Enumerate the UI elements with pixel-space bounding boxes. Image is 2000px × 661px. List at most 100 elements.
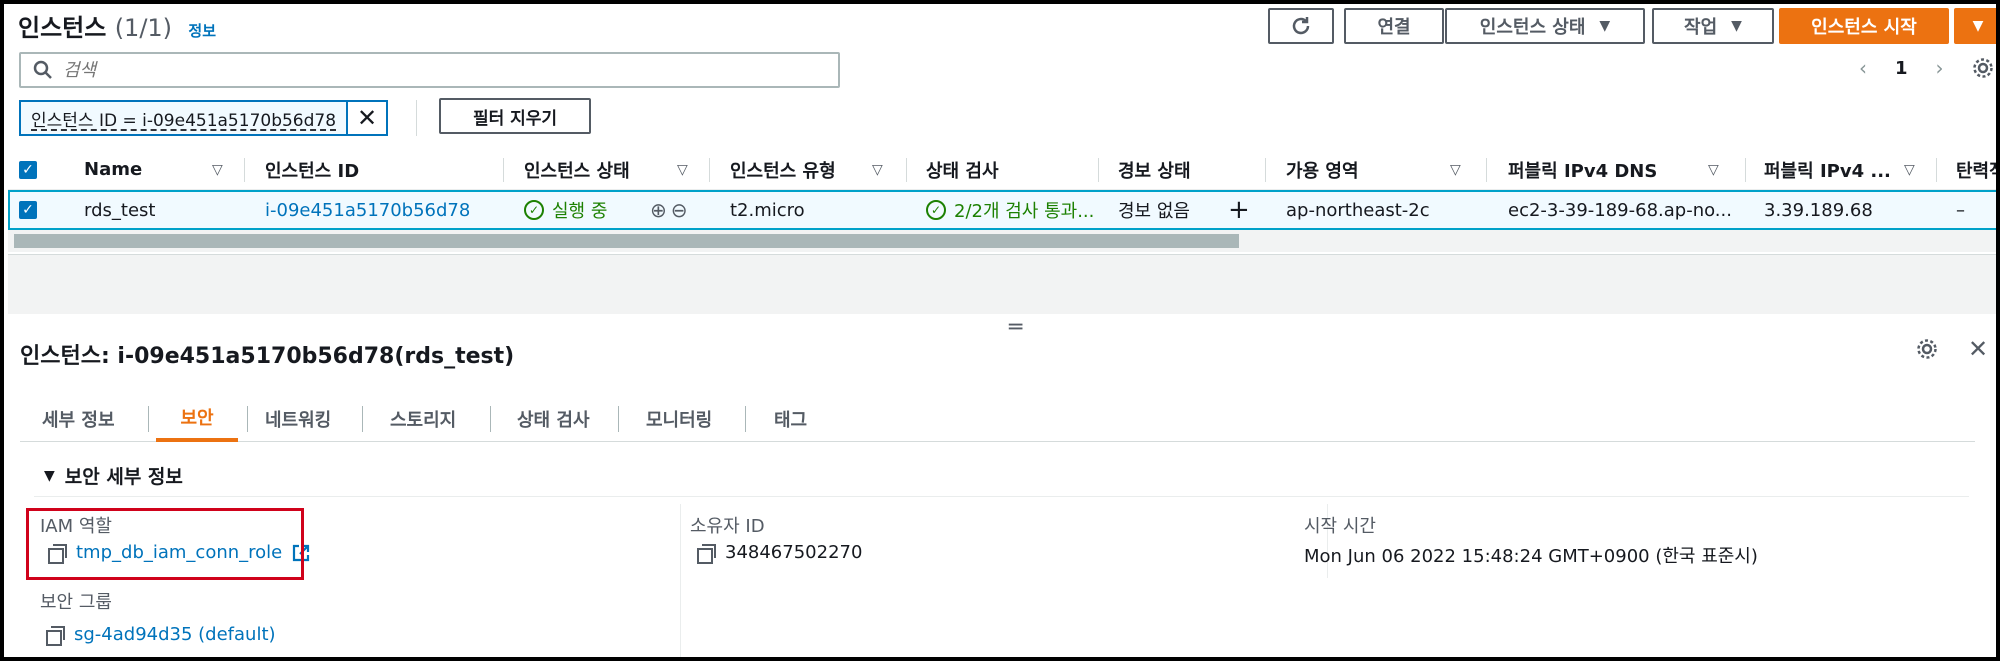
status-check-text: 2/2개 검사 통과... [954,201,1095,222]
tab-networking[interactable]: 네트워킹 [265,396,331,442]
column-header[interactable]: 가용 영역 [1286,150,1359,189]
launch-label: 인스턴스 시작 [1811,17,1917,38]
tab-status-checks[interactable]: 상태 검사 [517,396,590,442]
tab-separator [618,406,619,432]
security-group-link[interactable]: sg-4ad94d35 (default) [74,624,276,645]
clear-filters-button[interactable]: 필터 지우기 [439,98,591,134]
column-header[interactable]: 인스턴스 상태 [524,150,630,189]
sort-icon[interactable]: ▽ [677,162,688,178]
title-text: 인스턴스 [18,14,107,42]
next-page-button[interactable]: › [1936,56,1944,80]
tab-separator [148,406,149,432]
sort-icon[interactable]: ▽ [212,162,223,178]
cell-name: rds_test [84,199,156,221]
column-separator [1486,158,1487,182]
tab-monitoring[interactable]: 모니터링 [646,396,712,442]
details-title: 인스턴스: i-09e451a5170b56d78(rds_test) [20,344,515,369]
resize-handle-icon[interactable]: ═ [1009,315,1022,340]
table-row[interactable]: ✓ rds_test i-09e451a5170b56d78 ✓ 실행 중 ⊕ ⊖… [8,190,1996,230]
details-actions: ✕ [1916,337,1988,361]
divider [416,100,417,136]
owner-id-value: 348467502270 [697,542,863,564]
sort-icon[interactable]: ▽ [1904,162,1915,178]
sort-icon[interactable]: ▽ [1450,162,1461,178]
check-icon: ✓ [19,201,37,219]
info-link[interactable]: 정보 [188,22,216,40]
select-all-checkbox[interactable]: ✓ [19,150,37,189]
zoom-in-icon[interactable]: ⊕ [650,198,667,222]
owner-id-label: 소유자 ID [690,516,765,537]
details-tabs: 세부 정보 보안 네트워킹 스토리지 상태 검사 모니터링 태그 [20,396,1975,442]
instance-state-button[interactable]: 인스턴스 상태 ▼ [1445,8,1645,44]
gear-icon[interactable] [1916,338,1938,360]
zoom-out-icon[interactable]: ⊖ [671,198,688,222]
filter-token[interactable]: 인스턴스 ID = i-09e451a5170b56d78 ✕ [19,100,389,136]
split-panel-gap [8,254,1996,314]
launch-instance-button[interactable]: 인스턴스 시작 [1779,8,1949,44]
column-header[interactable]: 탄력적 [1956,150,1996,189]
column-header[interactable]: Name [84,150,142,189]
cell-status-check: ✓ 2/2개 검사 통과... [926,192,1104,228]
close-icon[interactable]: ✕ [1968,337,1988,361]
column-header[interactable]: 경보 상태 [1118,150,1191,189]
column-header[interactable]: 퍼블릭 IPv4 DNS [1508,150,1657,189]
column-divider [680,504,681,657]
security-section-header[interactable]: ▼ 보안 세부 정보 [44,462,183,489]
security-group-value: sg-4ad94d35 (default) [46,624,276,646]
actions-label: 작업 [1684,17,1718,38]
column-separator [1265,158,1266,182]
owner-id-text: 348467502270 [725,542,863,563]
horizontal-scrollbar[interactable] [14,234,1239,248]
row-checkbox[interactable]: ✓ [19,192,37,228]
tab-separator [745,406,746,432]
caret-down-icon: ▼ [1599,18,1611,34]
instance-id-link[interactable]: i-09e451a5170b56d78 [265,192,470,228]
connect-label: 연결 [1377,17,1411,38]
column-header[interactable]: 인스턴스 유형 [730,150,836,189]
check-icon: ✓ [19,160,37,179]
page-number[interactable]: 1 [1895,58,1908,79]
cell-elastic: – [1956,199,1965,221]
tab-separator [247,406,248,432]
cell-type: t2.micro [730,199,805,221]
plus-icon[interactable]: + [1228,192,1250,228]
page-title: 인스턴스 (1/1) 정보 [18,8,216,43]
instance-count: (1/1) [114,14,173,42]
sort-icon[interactable]: ▽ [1708,162,1719,178]
tab-storage[interactable]: 스토리지 [390,396,456,442]
gear-icon[interactable] [1972,57,1994,79]
security-groups-label: 보안 그룹 [40,592,112,613]
column-separator [244,158,245,182]
refresh-button[interactable] [1268,8,1334,44]
column-header[interactable]: 상태 검사 [926,150,999,189]
column-separator [709,158,710,182]
launch-dropdown-button[interactable]: ▼ [1954,8,1996,44]
zoom-controls[interactable]: ⊕ ⊖ [650,192,688,228]
column-header[interactable]: 인스턴스 ID [265,150,359,189]
sort-icon[interactable]: ▽ [872,162,883,178]
tab-details[interactable]: 세부 정보 [42,396,115,442]
close-icon[interactable]: ✕ [348,102,386,134]
column-separator [906,158,907,182]
tab-security[interactable]: 보안 [156,396,238,442]
caret-down-icon: ▼ [44,467,55,484]
caret-down-icon: ▼ [1731,18,1742,34]
column-separator [503,158,504,182]
search-input[interactable] [63,59,838,81]
copy-icon[interactable] [697,543,716,564]
divider [34,496,1969,497]
actions-button[interactable]: 작업 ▼ [1652,8,1774,44]
state-text: 실행 중 [552,201,608,222]
clear-filters-label: 필터 지우기 [472,108,558,129]
refresh-icon [1292,17,1310,35]
instance-state-label: 인스턴스 상태 [1479,17,1586,38]
tab-tags[interactable]: 태그 [774,396,807,442]
search-box[interactable] [19,52,840,88]
cell-alarm: 경보 없음 [1118,201,1190,222]
connect-button[interactable]: 연결 [1344,8,1444,44]
column-header[interactable]: 퍼블릭 IPv4 ... [1764,150,1891,189]
prev-page-button[interactable]: ‹ [1859,56,1867,80]
cell-state: ✓ 실행 중 [524,192,607,228]
copy-icon[interactable] [46,625,65,646]
screenshot-frame: 인스턴스 (1/1) 정보 연결 인스턴스 상태 ▼ 작업 ▼ 인스턴스 시작 … [0,0,2000,661]
